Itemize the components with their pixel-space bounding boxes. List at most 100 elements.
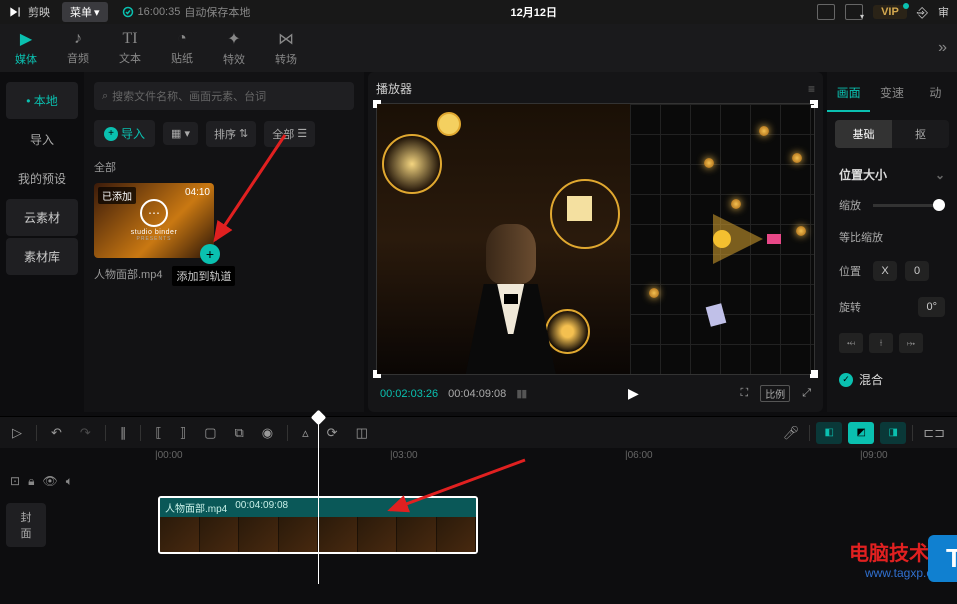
import-button[interactable]: + 导入 — [94, 120, 155, 147]
scale-label: 缩放 — [839, 197, 865, 213]
undo-button[interactable]: ↶ — [47, 423, 66, 443]
ratio-button[interactable]: 比例 — [760, 385, 790, 402]
rotate-tool[interactable]: ⟳ — [323, 423, 342, 443]
tab-text[interactable]: TI文本 — [104, 30, 156, 66]
redo-button[interactable]: ↷ — [76, 423, 95, 443]
add-to-track-button[interactable]: + — [200, 244, 220, 264]
tab-transition[interactable]: ⋈转场 — [260, 29, 312, 67]
paper-icon[interactable] — [705, 304, 726, 327]
preview-viewport[interactable] — [376, 103, 815, 375]
transition-icon: ⋈ — [260, 29, 312, 49]
track-mode-1[interactable]: ◧ — [816, 422, 842, 444]
section-position-size[interactable]: 位置大小 ⌄ — [827, 156, 957, 189]
mirror-tool[interactable]: ▵ — [298, 423, 313, 443]
keyboard-icon[interactable] — [817, 4, 835, 20]
play-button[interactable]: ▶ — [628, 385, 639, 402]
presents-text: PRESENTS — [137, 236, 172, 242]
track-mode-2[interactable]: ◩ — [848, 422, 874, 444]
plus-icon: + — [104, 127, 118, 141]
sidebar-item-local[interactable]: • 本地 — [6, 82, 78, 119]
pin-icon[interactable]: ⊡ — [10, 474, 20, 489]
track-lanes[interactable]: 人物面部.mp4 00:04:09:08 — [110, 466, 957, 594]
preview-menu-icon[interactable]: ≡ — [808, 82, 815, 96]
focus-icon[interactable]: ⛶ — [740, 387, 748, 400]
light-circle-2 — [550, 179, 620, 249]
rotation-row: 旋转 0° — [827, 289, 957, 325]
align-center-button[interactable]: ⟊ — [869, 333, 893, 353]
review-label[interactable]: 审 — [938, 4, 949, 20]
magnet-tool[interactable]: ⊏⊐ — [919, 423, 949, 443]
tab-effect[interactable]: ✦特效 — [208, 29, 260, 67]
tab-speed[interactable]: 变速 — [870, 72, 913, 112]
subtab-mask[interactable]: 抠 — [892, 120, 949, 148]
clip-frames — [160, 517, 476, 554]
view-mode-button[interactable]: ▦ ▾ — [163, 122, 198, 145]
sidebar-item-library[interactable]: 素材库 — [6, 238, 78, 275]
tab-media[interactable]: ▶媒体 — [0, 29, 52, 67]
timeline-tracks: ⊡ 🔒︎ 👁 🔈︎ 封面 人物面部.mp4 00:04:09:08 — [0, 466, 957, 594]
thumb-filename: 人物面部.mp4 — [94, 266, 162, 286]
filter-button[interactable]: 全部 ☰ — [264, 121, 315, 147]
pointer-tool[interactable]: ▷ — [8, 423, 26, 443]
align-right-button[interactable]: ⤠ — [899, 333, 923, 353]
eye-icon[interactable]: 👁 — [42, 474, 57, 489]
volume-bars-icon[interactable]: ▮▮ — [516, 387, 526, 400]
chevron-icon: ⌄ — [935, 168, 945, 182]
lock-icon[interactable]: 🔒︎ — [28, 474, 34, 489]
check-circle-icon — [122, 6, 134, 18]
audio-icon: ♪ — [52, 30, 104, 48]
slider-thumb[interactable] — [933, 199, 945, 211]
track-mode-3[interactable]: ◨ — [880, 422, 906, 444]
align-left-button[interactable]: ⤟ — [839, 333, 863, 353]
sidebar-item-presets[interactable]: 我的预设 — [6, 160, 78, 197]
fullscreen-icon[interactable]: ⤢ — [802, 387, 811, 400]
cover-button[interactable]: 封面 — [6, 503, 46, 547]
split-tool[interactable]: ∥ — [116, 423, 131, 443]
crop-tool[interactable]: ◫ — [352, 423, 372, 443]
actor-figure — [466, 224, 556, 374]
rotation-input[interactable]: 0° — [918, 297, 945, 317]
marker-icon[interactable] — [767, 234, 781, 244]
track-icons: ⊡ 🔒︎ 👁 🔈︎ — [6, 474, 104, 489]
blend-row[interactable]: ✓ 混合 — [827, 361, 957, 398]
layout-icon[interactable]: ▾ — [845, 4, 863, 20]
subtab-basic[interactable]: 基础 — [835, 120, 892, 148]
export-icon[interactable]: ⎆ — [917, 4, 928, 21]
mic-button[interactable]: 🎤︎ — [779, 423, 804, 443]
tab-audio[interactable]: ♪音频 — [52, 30, 104, 66]
align-row: ⤟ ⟊ ⤠ — [827, 325, 957, 361]
light-cone-icon — [713, 214, 763, 264]
pos-x-input[interactable]: 0 — [905, 261, 929, 281]
project-title[interactable]: 12月12日 — [250, 4, 817, 20]
expand-tabs-button[interactable]: » — [928, 39, 957, 57]
trim-left-tool[interactable]: ⟦ — [151, 423, 165, 443]
tab-picture[interactable]: 画面 — [827, 72, 870, 112]
light-circle-4 — [437, 112, 461, 136]
sidebar-item-cloud[interactable]: 云素材 — [6, 199, 78, 236]
media-thumbnail[interactable]: 已添加 04:10 ⋯ studio binder PRESENTS + — [94, 183, 214, 258]
sidebar-item-import[interactable]: 导入 — [6, 121, 78, 158]
reverse-tool[interactable]: ◉ — [258, 423, 277, 443]
trim-right-tool[interactable]: ⟧ — [176, 423, 190, 443]
studio-text: studio binder — [131, 229, 178, 236]
scale-slider[interactable] — [873, 204, 945, 207]
sort-button[interactable]: 排序 ⇅ — [206, 121, 256, 147]
transform-gizmo[interactable] — [630, 104, 814, 374]
main-category-tabs: ▶媒体 ♪音频 TI文本 ◔贴纸 ✦特效 ⋈转场 » — [0, 24, 957, 72]
tab-sticker[interactable]: ◔贴纸 — [156, 30, 208, 66]
menu-dropdown[interactable]: 菜单 ▾ — [62, 2, 108, 22]
timeline-ruler[interactable]: |00:00 |03:00 |06:00 |09:00 — [110, 448, 957, 466]
properties-panel: 画面 变速 动 基础 抠 位置大小 ⌄ 缩放 等比缩放 位置 X 0 旋转 0° — [827, 72, 957, 412]
thumb-preview: ⋯ studio binder PRESENTS — [94, 183, 214, 258]
video-clip[interactable]: 人物面部.mp4 00:04:09:08 — [158, 496, 478, 554]
vip-badge[interactable]: VIP — [873, 5, 907, 19]
speaker-icon[interactable]: 🔈︎ — [66, 474, 73, 489]
copy-tool[interactable]: ⧉ — [230, 423, 247, 443]
search-input[interactable]: ⌕ 搜索文件名称、画面元素、台词 — [94, 82, 354, 110]
preview-title: 播放器 — [376, 80, 412, 97]
preview-panel: 播放器 ≡ — [368, 72, 823, 412]
tab-animation[interactable]: 动 — [914, 72, 957, 112]
delete-tool[interactable]: ▢ — [200, 423, 220, 443]
ruler-mark-1: |03:00 — [390, 450, 418, 461]
category-label: 全部 — [94, 159, 354, 175]
